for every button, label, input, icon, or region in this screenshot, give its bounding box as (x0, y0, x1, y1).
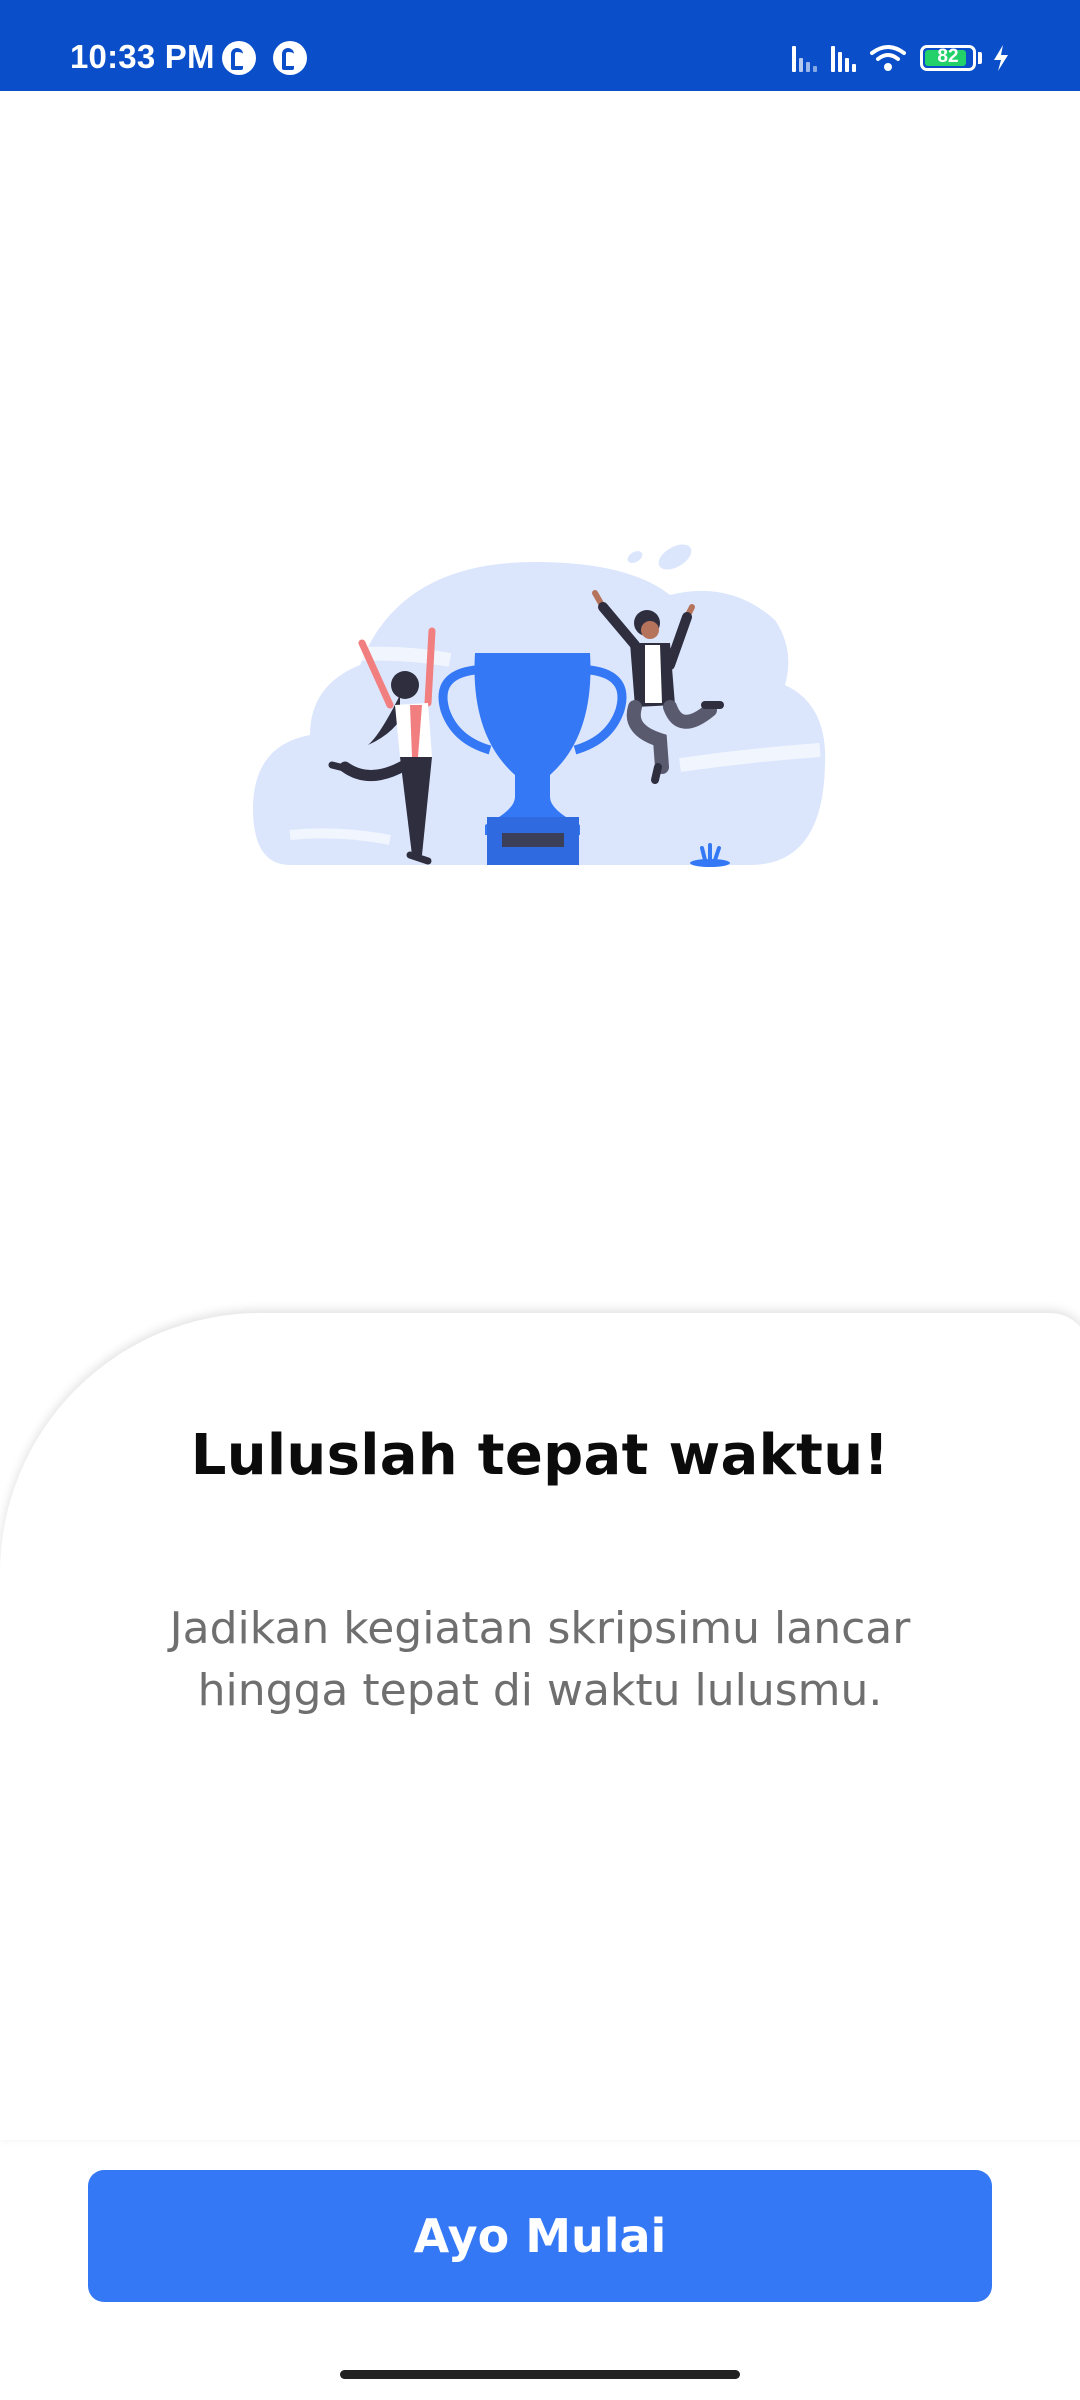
home-indicator[interactable] (340, 2370, 740, 2379)
app-notification-icon (222, 41, 256, 75)
charging-icon (992, 44, 1010, 72)
status-time: 10:33 PM (70, 38, 215, 75)
signal-icon (792, 44, 817, 72)
status-bar: 10:33 PM 82 (0, 0, 1080, 91)
onboarding-title: Luluslah tepat waktu! (190, 1423, 890, 1488)
onboarding-subtitle: Jadikan kegiatan skripsimu lancar hingga… (169, 1603, 911, 1716)
start-button[interactable]: Ayo Mulai (88, 2170, 992, 2302)
trophy-celebration-illustration (250, 535, 830, 870)
app-notification-icon (273, 41, 307, 75)
battery-icon: 82 (920, 45, 976, 71)
wifi-icon (870, 44, 906, 72)
battery-level: 82 (937, 46, 959, 67)
signal-icon (831, 44, 856, 72)
status-icons: 82 (792, 38, 1010, 78)
